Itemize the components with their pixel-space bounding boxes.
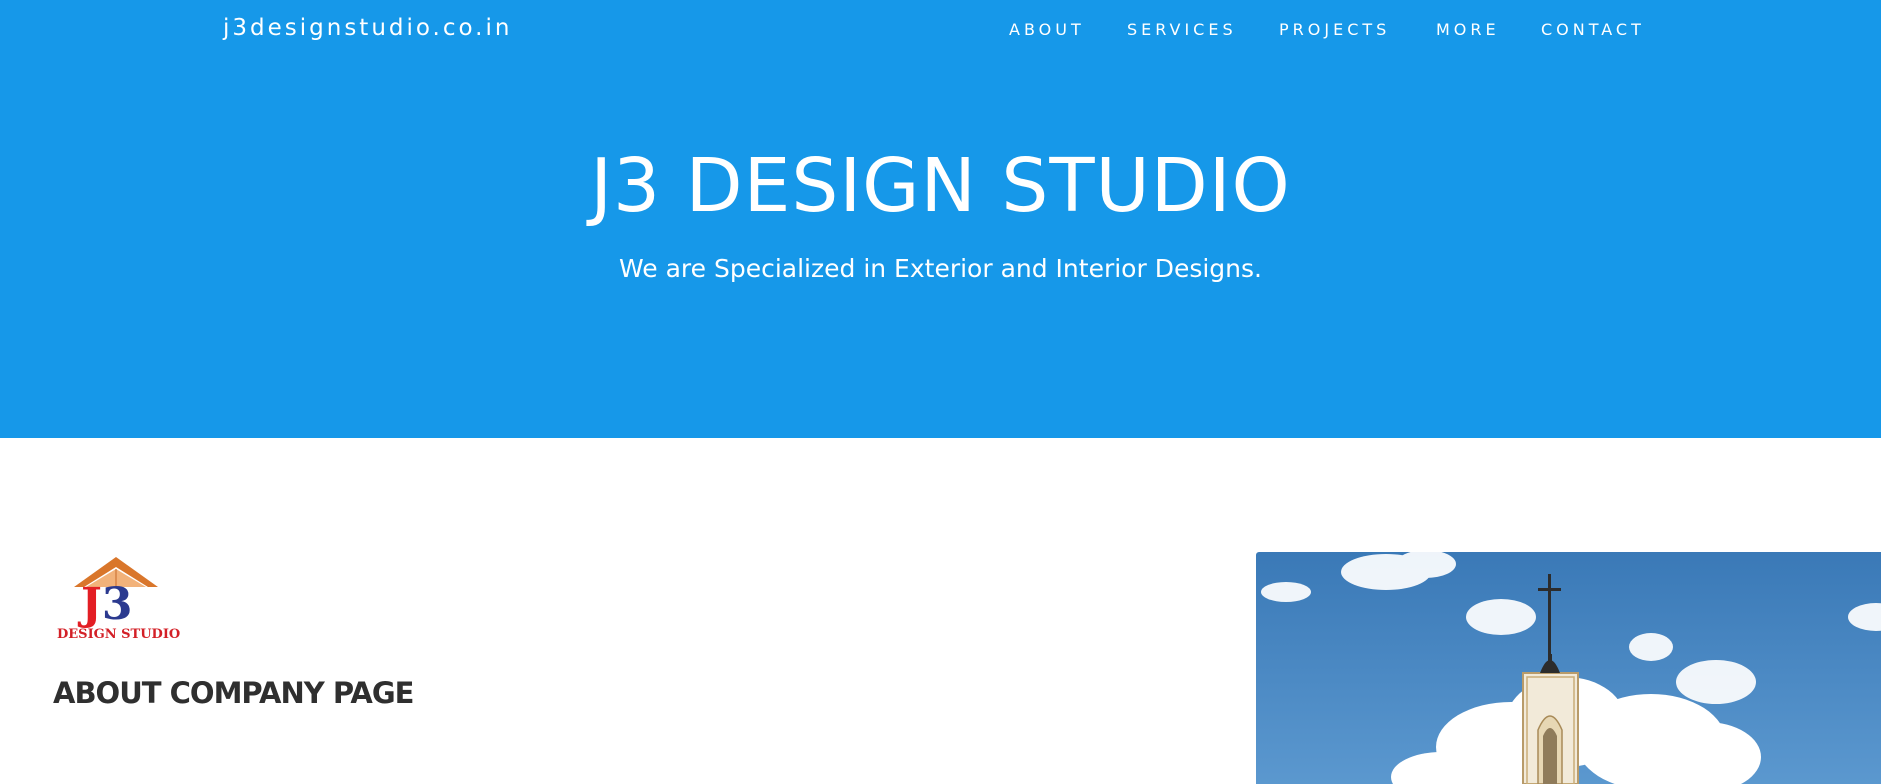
main-nav: ABOUT SERVICES PROJECTS MORE CONTACT bbox=[1000, 20, 1660, 40]
nav-projects[interactable]: PROJECTS bbox=[1279, 20, 1390, 39]
hero-title: J3 DESIGN STUDIO bbox=[590, 143, 1291, 229]
about-heading: ABOUT COMPANY PAGE bbox=[53, 676, 414, 710]
nav-services[interactable]: SERVICES bbox=[1127, 20, 1237, 39]
nav-about[interactable]: ABOUT bbox=[1009, 20, 1085, 39]
logo-caption: DESIGN STUDIO bbox=[57, 627, 181, 642]
hero-subtitle: We are Specialized in Exterior and Inter… bbox=[619, 254, 1262, 283]
brand-link[interactable]: j3designstudio.co.in bbox=[223, 15, 512, 41]
church-tower-photo bbox=[1256, 552, 1881, 784]
logo-mark: J3 bbox=[81, 579, 133, 630]
company-logo: J3 DESIGN STUDIO bbox=[54, 555, 181, 645]
nav-more[interactable]: MORE bbox=[1436, 20, 1500, 39]
hero-section: j3designstudio.co.in ABOUT SERVICES PROJ… bbox=[0, 0, 1881, 438]
nav-contact[interactable]: CONTACT bbox=[1541, 20, 1645, 39]
